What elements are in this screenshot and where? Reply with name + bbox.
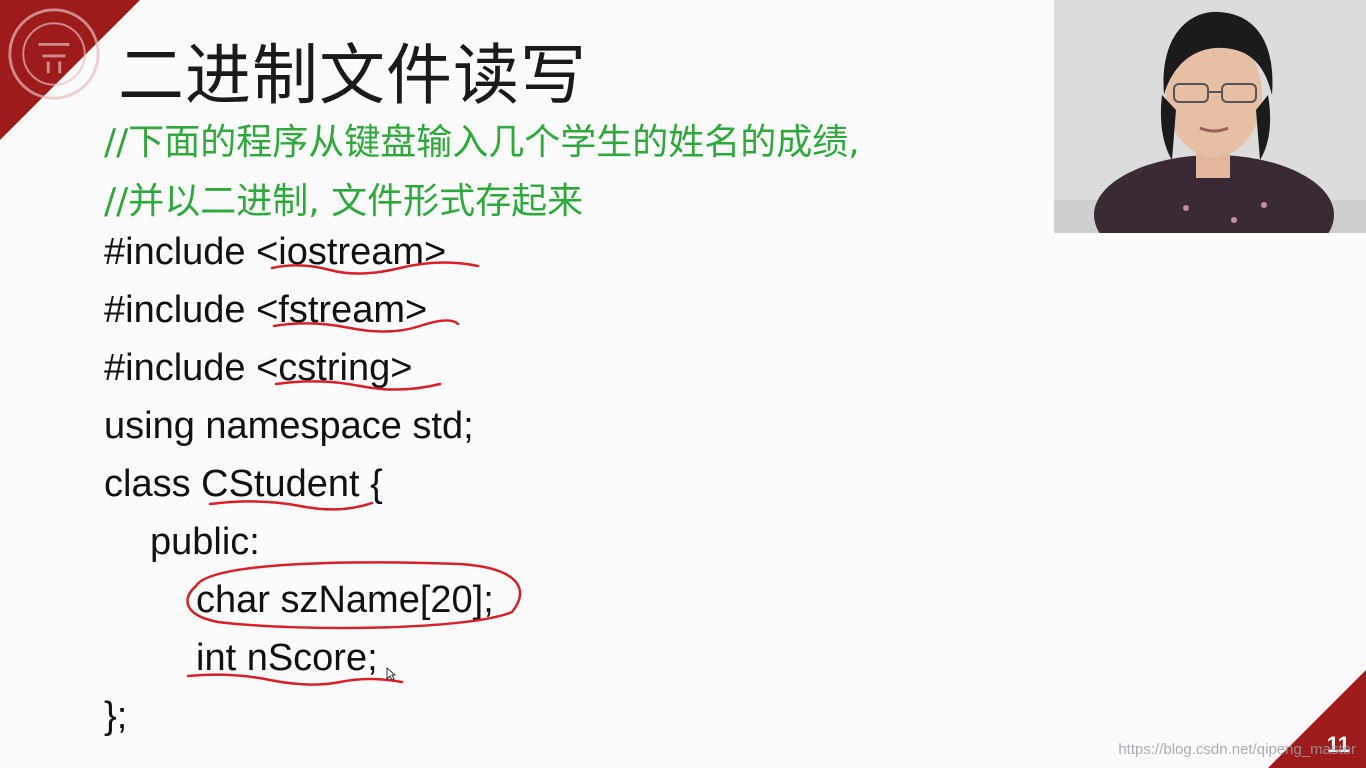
code-line-public: public:: [150, 521, 260, 563]
code-comment-line-1: //下面的程序从键盘输入几个学生的姓名的成绩,: [104, 122, 860, 163]
mouse-cursor-icon: [386, 667, 396, 681]
presenter-video: [1054, 0, 1366, 233]
code-line-szname: char szName[20];: [196, 579, 494, 621]
slide-title: 二进制文件读写: [118, 37, 587, 114]
code-line-using-namespace: using namespace std;: [104, 405, 474, 447]
code-comment-line-2: //并以二进制, 文件形式存起来: [104, 181, 584, 222]
code-line-class-declaration: class CStudent {: [104, 463, 383, 505]
code-line-nscore: int nScore;: [196, 637, 378, 679]
code-line-include-iostream: #include <iostream>: [104, 231, 447, 273]
code-line-class-end: };: [104, 695, 128, 737]
code-line-include-cstring: #include <cstring>: [104, 347, 413, 389]
university-logo-icon: [8, 8, 100, 100]
presenter-webcam-icon: [1054, 0, 1366, 233]
watermark-url: https://blog.csdn.net/qipeng_master: [1118, 741, 1356, 758]
code-line-include-fstream: #include <fstream>: [104, 289, 428, 331]
